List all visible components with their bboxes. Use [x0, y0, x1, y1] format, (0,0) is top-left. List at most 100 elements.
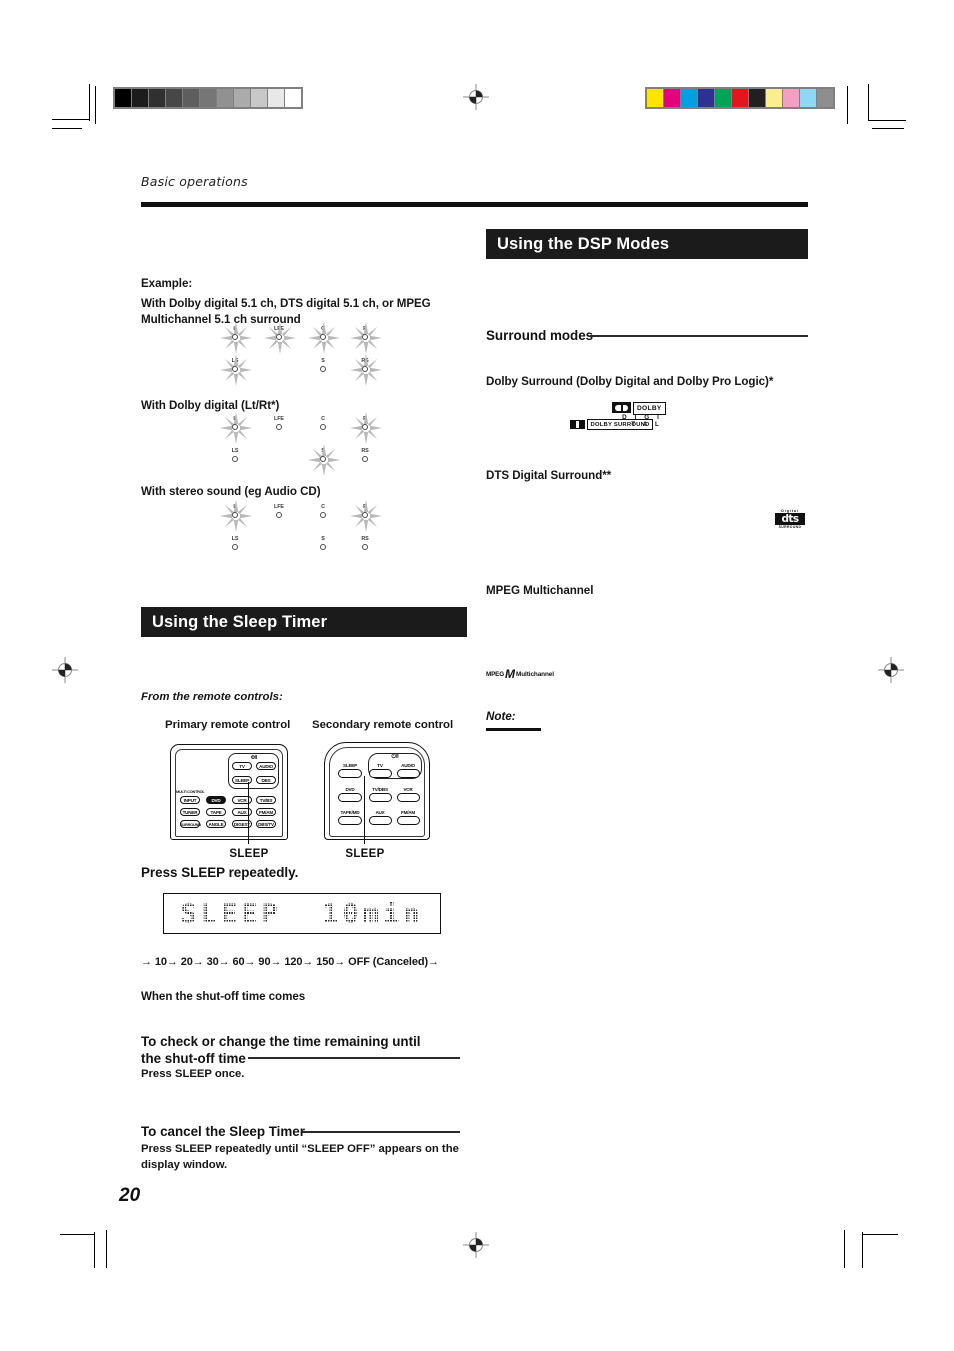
speaker-label: C: [321, 416, 325, 422]
check-change-body: Press SLEEP once.: [141, 1068, 245, 1080]
speaker-indicator-lfe: LFE: [262, 322, 296, 356]
dolby-surround-logo: DOLBY SURROUND: [570, 419, 654, 430]
speaker-ring-icon: [231, 456, 238, 462]
speaker-label: C: [321, 504, 325, 510]
speaker-ring-icon: [319, 334, 326, 340]
speaker-ring-icon: [361, 456, 368, 462]
secondary-remote-button-dvd[interactable]: [338, 793, 362, 802]
speaker-ring-icon: [275, 334, 282, 340]
dts-logo-wordmark: dts: [775, 513, 805, 525]
speaker-indicator-ls: LS: [218, 448, 252, 478]
primary-remote-button-tvbs-label: TV/BS: [259, 798, 273, 803]
primary-remote-button-input-label: INPUT: [183, 798, 197, 803]
dolby-double-d-icon: [612, 402, 631, 413]
secondary-remote-button-vcr[interactable]: [397, 793, 420, 802]
secondary-remote-button-aux-label: AUX: [375, 810, 385, 815]
speaker-indicator-s: S: [306, 536, 340, 566]
dsp-modes-banner-title: Using the DSP Modes: [497, 234, 670, 253]
speaker-lit-burst-icon: [349, 412, 382, 446]
mode-heading-mpeg: MPEG Multichannel: [486, 584, 594, 597]
header-rule: [141, 202, 808, 207]
secondary-remote-power-symbol: ⏻/I: [391, 754, 399, 760]
primary-remote-button-dvd-label: DVD: [211, 798, 221, 803]
primary-remote-power-symbol: Φ/I: [250, 755, 258, 761]
speaker-diagram-1: L LFE CR LS S RS: [218, 322, 388, 388]
speaker-indicator-lfe: LFE: [262, 504, 296, 534]
secondary-remote-caption: Secondary remote control: [312, 719, 454, 731]
primary-remote-button-tape-label: TAPE: [210, 810, 222, 815]
speaker-ring-icon: [361, 424, 368, 430]
speaker-ring-icon: [319, 512, 326, 518]
diagram-caption-2: With Dolby digital (Lt/Rt*): [141, 399, 280, 412]
secondary-remote-button-tv[interactable]: [369, 769, 392, 778]
speaker-indicator-rs: RS: [348, 536, 382, 566]
secondary-remote-button-fmam[interactable]: [397, 816, 420, 825]
speaker-lit-burst-icon: [307, 444, 340, 478]
speaker-diagram-2: L LFE C R LS S RS: [218, 412, 388, 478]
secondary-remote-button-aux[interactable]: [369, 816, 392, 825]
secondary-remote-button-tvdbs[interactable]: [369, 793, 392, 802]
primary-remote-button-angle-label: ANGLE: [208, 822, 224, 827]
display-window: SLEEP 10min: [163, 893, 441, 934]
secondary-remote-callout-label: SLEEP: [345, 848, 385, 860]
speaker-indicator-c: C: [306, 322, 340, 356]
speaker-label: LFE: [274, 416, 284, 422]
speaker-indicator-r: R: [348, 500, 382, 534]
secondary-remote-button-sleep[interactable]: [338, 769, 362, 778]
speaker-indicator-s: S: [306, 358, 340, 388]
speaker-lit-burst-icon: [219, 412, 252, 446]
speaker-lit-burst-icon: [349, 354, 382, 388]
speaker-ring-icon: [231, 366, 238, 372]
surround-modes-heading: Surround modes: [486, 328, 594, 343]
cancel-timer-heading-rule: [302, 1131, 460, 1133]
mpeg-multichannel-logo: MPEG M Multichannel: [486, 668, 554, 680]
speaker-lit-burst-icon: [219, 322, 252, 356]
mode-heading-dts: DTS Digital Surround**: [486, 469, 612, 482]
speaker-label: LS: [231, 536, 239, 542]
primary-remote-button-tuner-label: TUNER: [182, 810, 198, 815]
mpeg-logo-suffix: Multichannel: [516, 670, 554, 678]
speaker-indicator-rs: RS: [348, 354, 382, 388]
secondary-remote-button-tapemd[interactable]: [338, 816, 362, 825]
speaker-label: S: [321, 536, 325, 542]
speaker-indicator-lfe: LFE: [262, 416, 296, 446]
primary-remote-button-tv-label: TV: [239, 764, 245, 769]
speaker-ring-icon: [319, 456, 326, 462]
secondary-remote-button-vcr-label: VCR: [403, 787, 413, 792]
primary-remote-button-audio-label: AUDIO: [259, 764, 273, 769]
speaker-ring-icon: [319, 424, 326, 430]
secondary-remote-button-tapemd-label: TAPE/MD: [340, 810, 360, 815]
note-label: Note:: [486, 710, 516, 723]
shutoff-heading: When the shut-off time comes: [141, 990, 306, 1003]
speaker-label: RS: [361, 536, 369, 542]
check-change-heading-line1: To check or change the time remaining un…: [141, 1034, 421, 1049]
secondary-remote-callout-line: [364, 776, 366, 844]
primary-remote-group-label: MULTI CONTROL: [176, 790, 205, 794]
speaker-label: LFE: [274, 504, 284, 510]
speaker-indicator-s: S: [306, 444, 340, 478]
speaker-lit-burst-icon: [263, 322, 296, 356]
secondary-remote-control: ⏻/I SLEEP TV AUDIO DVD TV/DBS VCR TAPE/M…: [316, 742, 440, 844]
secondary-remote-button-audio[interactable]: [397, 769, 420, 778]
mpeg-logo-prefix: MPEG: [486, 670, 505, 678]
speaker-ring-icon: [275, 424, 282, 430]
dolby-surround-wordmark: DOLBY SURROUND: [586, 419, 654, 430]
press-sleep-instruction: Press SLEEP repeatedly.: [141, 865, 299, 880]
remote-controls-intro: From the remote controls:: [141, 691, 283, 703]
speaker-indicator-l: L: [218, 412, 252, 446]
speaker-label: S: [321, 358, 325, 364]
secondary-remote-button-tv-label: TV: [377, 763, 383, 768]
running-head: Basic operations: [141, 174, 248, 189]
secondary-remote-button-audio-label: AUDIO: [401, 763, 415, 768]
speaker-lit-burst-icon: [349, 322, 382, 356]
dolby-surround-mark-icon: [570, 420, 585, 429]
speaker-indicator-r: R: [348, 412, 382, 446]
speaker-ring-icon: [361, 366, 368, 372]
speaker-indicator-r: R: [348, 322, 382, 356]
speaker-diagram-3: L LFE C R LS S RS: [218, 500, 388, 566]
speaker-ring-icon: [275, 512, 282, 518]
primary-remote-button-dbstv-label: DBS/TV: [258, 822, 274, 827]
speaker-ring-icon: [231, 512, 238, 518]
primary-remote-control: Φ/I TV AUDIO SLEEP DBS MULTI CONTROL INP…: [168, 744, 290, 844]
page-number: 20: [119, 1185, 141, 1206]
